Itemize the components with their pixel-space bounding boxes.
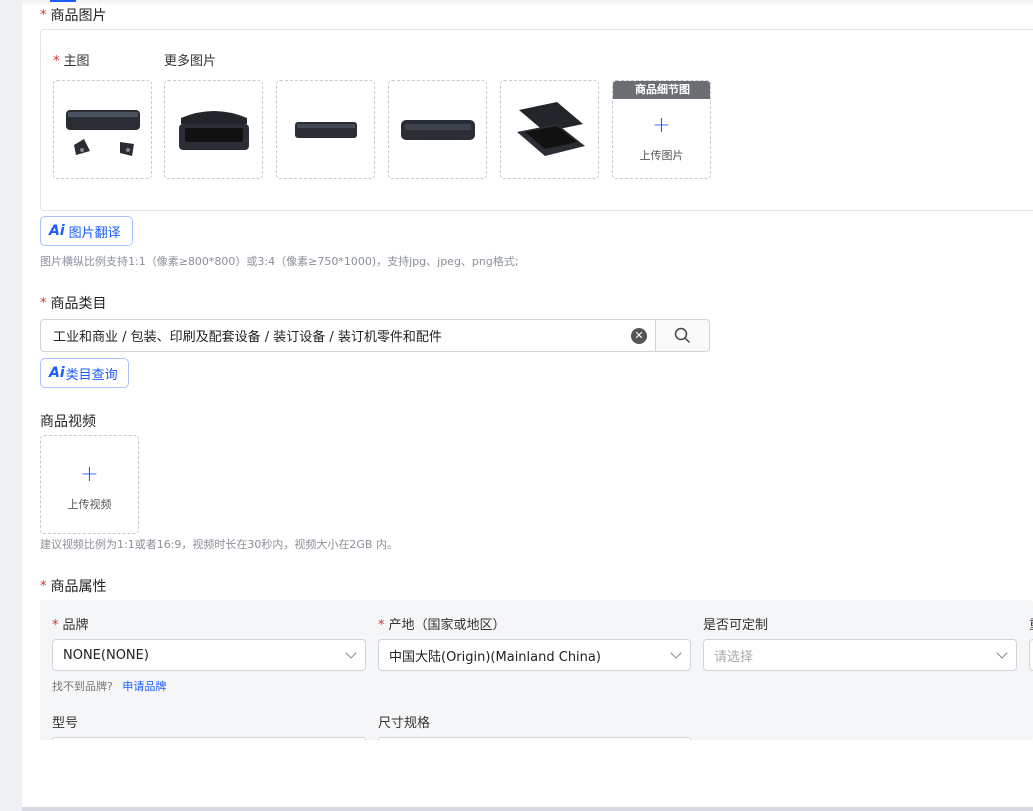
category-input[interactable]: 工业和商业 / 包装、印刷及配套设备 / 装订设备 / 装订机零件和配件 ✕ bbox=[40, 319, 710, 352]
more-images-label: 更多图片 bbox=[164, 54, 217, 69]
plus-icon: + bbox=[80, 461, 99, 487]
model-input[interactable] bbox=[52, 737, 366, 740]
apply-brand-link[interactable]: 申请品牌 bbox=[122, 680, 166, 693]
size-input[interactable] bbox=[378, 737, 691, 740]
origin-label: * 产地（国家或地区） bbox=[378, 618, 506, 633]
product-image bbox=[516, 101, 585, 156]
required-mark: * bbox=[40, 7, 47, 23]
clear-icon[interactable]: ✕ bbox=[631, 327, 647, 344]
ai-icon: Ai bbox=[49, 365, 65, 381]
ai-icon: Ai bbox=[49, 223, 65, 239]
category-section-title: * 商品类目 bbox=[40, 295, 107, 313]
chevron-down-icon bbox=[996, 647, 1008, 659]
detail-image-badge: 商品细节图 bbox=[613, 81, 710, 99]
category-value: 工业和商业 / 包装、印刷及配套设备 / 装订设备 / 装订机零件和配件 bbox=[53, 330, 442, 345]
product-image bbox=[294, 121, 357, 138]
images-hint: 图片横纵比例支持1:1（像素≥800*800）或3:4（像素≥750*1000)… bbox=[40, 255, 519, 268]
category-search-button[interactable] bbox=[655, 320, 709, 351]
image-translate-button[interactable]: Ai 图片翻译 bbox=[40, 216, 133, 246]
video-section-title: 商品视频 bbox=[40, 414, 96, 430]
video-upload[interactable]: + 上传视频 bbox=[40, 435, 139, 534]
brand-select[interactable]: NONE(NONE) bbox=[52, 639, 366, 671]
top-divider bbox=[22, 0, 1033, 6]
customizable-select[interactable]: 请选择 bbox=[703, 639, 1017, 671]
fourth-attribute-label: 重 bbox=[1029, 614, 1033, 633]
brand-label: * 品牌 bbox=[52, 618, 89, 633]
product-image-2[interactable] bbox=[164, 80, 263, 179]
left-gutter bbox=[0, 0, 22, 811]
search-icon bbox=[674, 327, 691, 344]
model-label: 型号 bbox=[52, 716, 79, 731]
origin-select[interactable]: 中国大陆(Origin)(Mainland China) bbox=[378, 639, 691, 671]
product-image bbox=[400, 119, 475, 140]
active-tab-indicator bbox=[50, 0, 76, 2]
product-image bbox=[178, 110, 249, 150]
brand-help: 找不到品牌? 申请品牌 bbox=[52, 680, 167, 693]
video-hint: 建议视频比例为1:1或者16:9，视频时长在30秒内，视频大小在2GB 内。 bbox=[40, 538, 398, 551]
product-image-5[interactable] bbox=[500, 80, 599, 179]
chevron-down-icon bbox=[345, 647, 357, 659]
detail-image-upload[interactable]: 商品细节图 + 上传图片 bbox=[612, 80, 711, 179]
main-image-thumb[interactable] bbox=[53, 80, 152, 179]
chevron-down-icon bbox=[670, 647, 682, 659]
customizable-label: 是否可定制 bbox=[703, 618, 769, 633]
fourth-attribute-select[interactable] bbox=[1029, 639, 1033, 671]
product-image-3[interactable] bbox=[276, 80, 375, 179]
images-section-title: * 商品图片 bbox=[40, 7, 107, 25]
product-image bbox=[65, 109, 140, 156]
category-query-button[interactable]: Ai 类目查询 bbox=[40, 358, 129, 388]
plus-icon: + bbox=[652, 112, 671, 138]
product-image-4[interactable] bbox=[388, 80, 487, 179]
bottom-divider bbox=[22, 807, 1033, 811]
upload-video-label: 上传视频 bbox=[67, 497, 112, 511]
size-label: 尺寸规格 bbox=[378, 716, 431, 731]
attributes-section-title: * 商品属性 bbox=[40, 578, 107, 596]
upload-image-label: 上传图片 bbox=[639, 148, 684, 162]
main-image-label: * 主图 bbox=[53, 54, 90, 69]
